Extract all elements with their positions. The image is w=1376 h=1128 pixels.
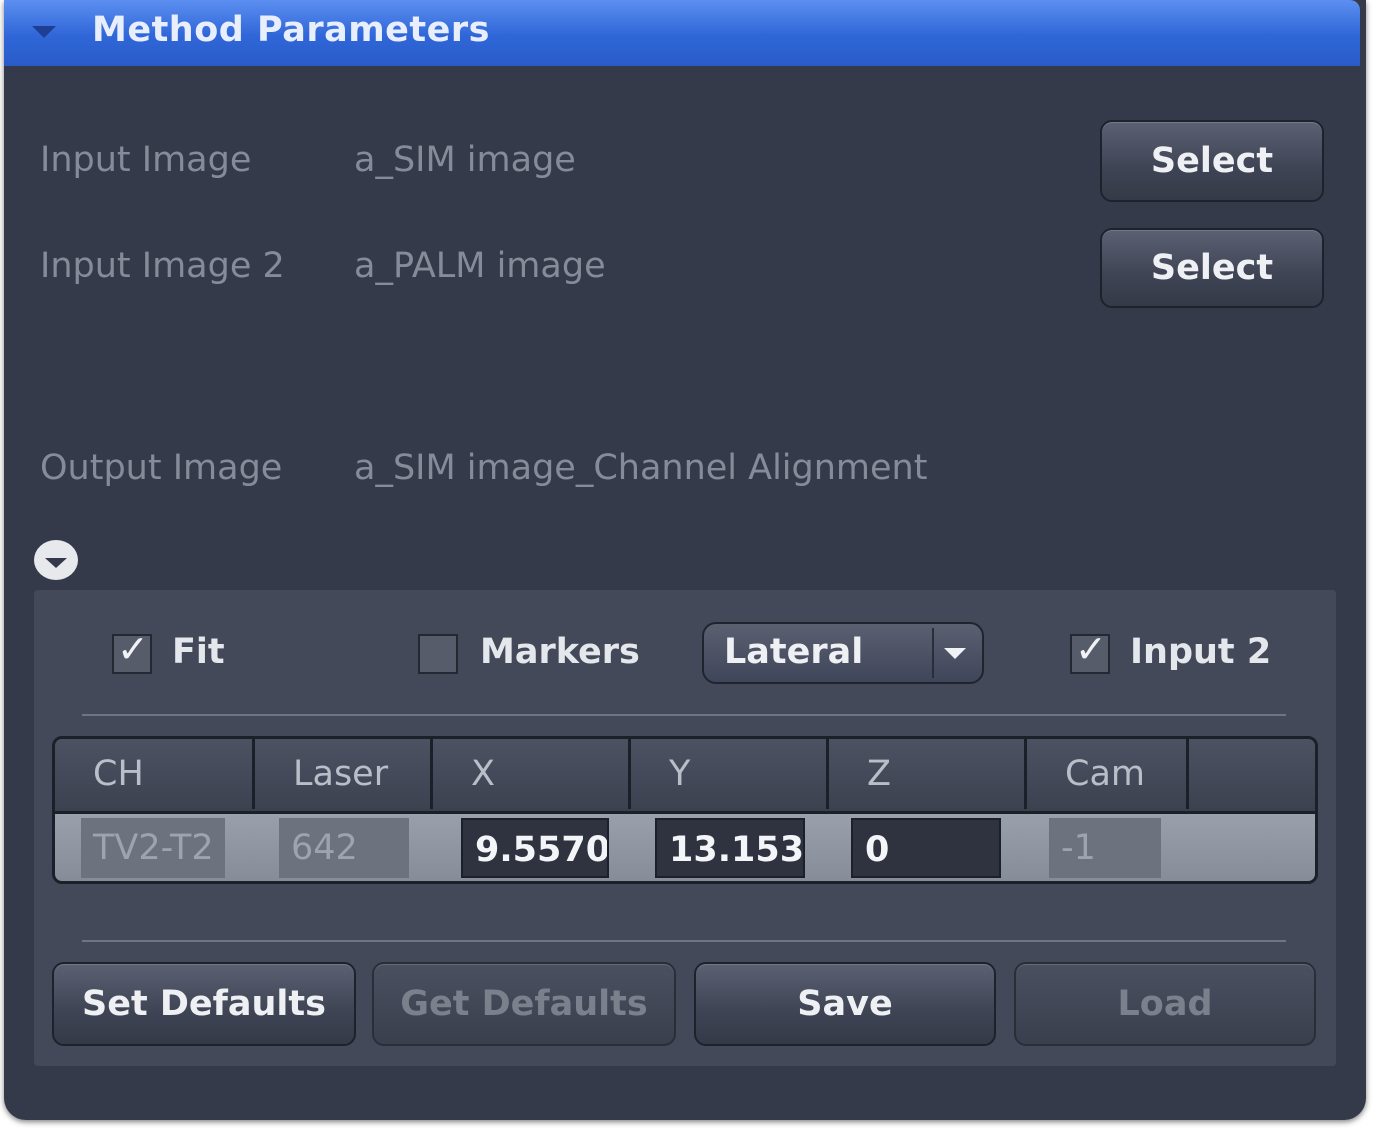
channel-alignment-section: ✓ Fit Markers Lateral ✓ Input 2 CH Laser… (34, 590, 1336, 1066)
markers-checkbox[interactable] (418, 634, 458, 674)
input-2-checkbox[interactable]: ✓ (1070, 630, 1110, 674)
column-header-laser[interactable]: Laser (255, 739, 433, 809)
checkmark-icon: ✓ (117, 627, 149, 671)
output-image-value: a_SIM image_Channel Alignment (354, 448, 928, 488)
collapse-section-icon[interactable] (34, 540, 78, 580)
column-header-cam[interactable]: Cam (1027, 739, 1189, 809)
cell-cam: -1 (1049, 818, 1161, 878)
channel-table: CH Laser X Y Z Cam TV2-T2 642 9.5570 13.… (52, 736, 1318, 884)
collapse-triangle-icon[interactable] (32, 26, 56, 38)
cell-z-input[interactable]: 0 (851, 818, 1001, 878)
table-header: CH Laser X Y Z Cam (55, 739, 1315, 809)
fit-label: Fit (172, 632, 225, 672)
input-2-label: Input 2 (1130, 632, 1272, 672)
checkmark-icon: ✓ (1075, 627, 1107, 671)
table-row: TV2-T2 642 9.5570 13.153 0 -1 (55, 811, 1315, 881)
divider (82, 940, 1286, 942)
mode-dropdown-value: Lateral (724, 632, 864, 672)
mode-dropdown[interactable]: Lateral (702, 622, 984, 684)
input-image-2-label: Input Image 2 (40, 246, 285, 286)
method-parameters-panel: Method Parameters Input Image a_SIM imag… (4, 0, 1366, 1120)
select-input-image-2-button[interactable]: Select (1100, 228, 1324, 308)
column-header-ch[interactable]: CH (55, 739, 255, 809)
input-image-2-value: a_PALM image (354, 246, 606, 286)
panel-header[interactable]: Method Parameters (4, 0, 1360, 66)
input-image-label: Input Image (40, 140, 252, 180)
cell-x-input[interactable]: 9.5570 (461, 818, 609, 878)
set-defaults-button[interactable]: Set Defaults (52, 962, 356, 1046)
cell-laser: 642 (279, 818, 409, 878)
divider (82, 714, 1286, 716)
panel-title: Method Parameters (92, 10, 490, 50)
select-input-image-button[interactable]: Select (1100, 120, 1324, 202)
cell-ch: TV2-T2 (81, 818, 225, 878)
column-header-z[interactable]: Z (829, 739, 1027, 809)
load-button[interactable]: Load (1014, 962, 1316, 1046)
chevron-down-icon[interactable] (944, 648, 966, 659)
save-button[interactable]: Save (694, 962, 996, 1046)
get-defaults-button[interactable]: Get Defaults (372, 962, 676, 1046)
output-image-label: Output Image (40, 448, 283, 488)
column-header-x[interactable]: X (433, 739, 631, 809)
cell-y-input[interactable]: 13.153 (655, 818, 805, 878)
fit-checkbox[interactable]: ✓ (112, 630, 152, 674)
input-image-value: a_SIM image (354, 140, 576, 180)
column-header-y[interactable]: Y (631, 739, 829, 809)
markers-label: Markers (480, 632, 640, 672)
